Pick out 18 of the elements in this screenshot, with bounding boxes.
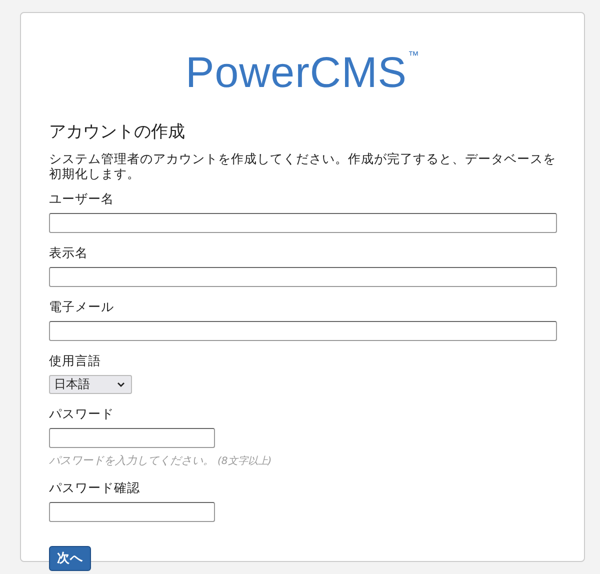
password-field[interactable]: [49, 428, 215, 448]
field-label: 表示名: [49, 245, 88, 262]
next-button[interactable]: 次へ: [49, 546, 91, 571]
field-label: ユーザー名: [49, 191, 114, 208]
hint-text: パスワードを入力してください。 (8文字以上): [49, 453, 272, 468]
field-label: 使用言語: [49, 353, 101, 370]
chevron-icon: [117, 382, 125, 387]
field-label: パスワード: [49, 406, 114, 423]
input-field[interactable]: [49, 321, 557, 341]
intro-text: システム管理者のアカウントを作成してください。作成が完了すると、データベースを初期化します。: [49, 151, 556, 181]
input-field[interactable]: [49, 213, 557, 233]
input-field[interactable]: [49, 267, 557, 287]
field-label: パスワード確認: [49, 480, 140, 497]
password-field[interactable]: [49, 502, 215, 522]
field-label: 電子メール: [49, 299, 114, 316]
language-select[interactable]: 日本語: [49, 375, 132, 394]
heading: アカウントの作成: [49, 121, 186, 143]
logo: PowerCMS$^{™}$: [186, 48, 420, 99]
